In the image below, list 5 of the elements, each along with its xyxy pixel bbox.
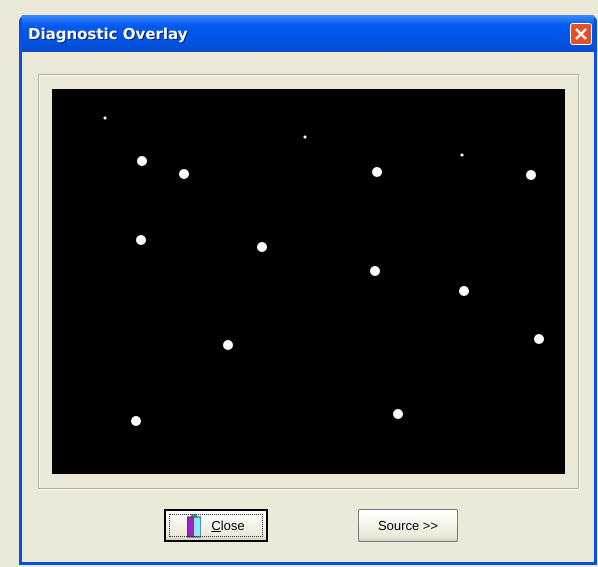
book-icon (187, 514, 202, 538)
source-button[interactable]: Source >> (358, 509, 458, 542)
close-icon[interactable] (570, 22, 592, 44)
close-button[interactable]: Close (164, 509, 268, 542)
window-title: Diagnostic Overlay (28, 24, 188, 42)
